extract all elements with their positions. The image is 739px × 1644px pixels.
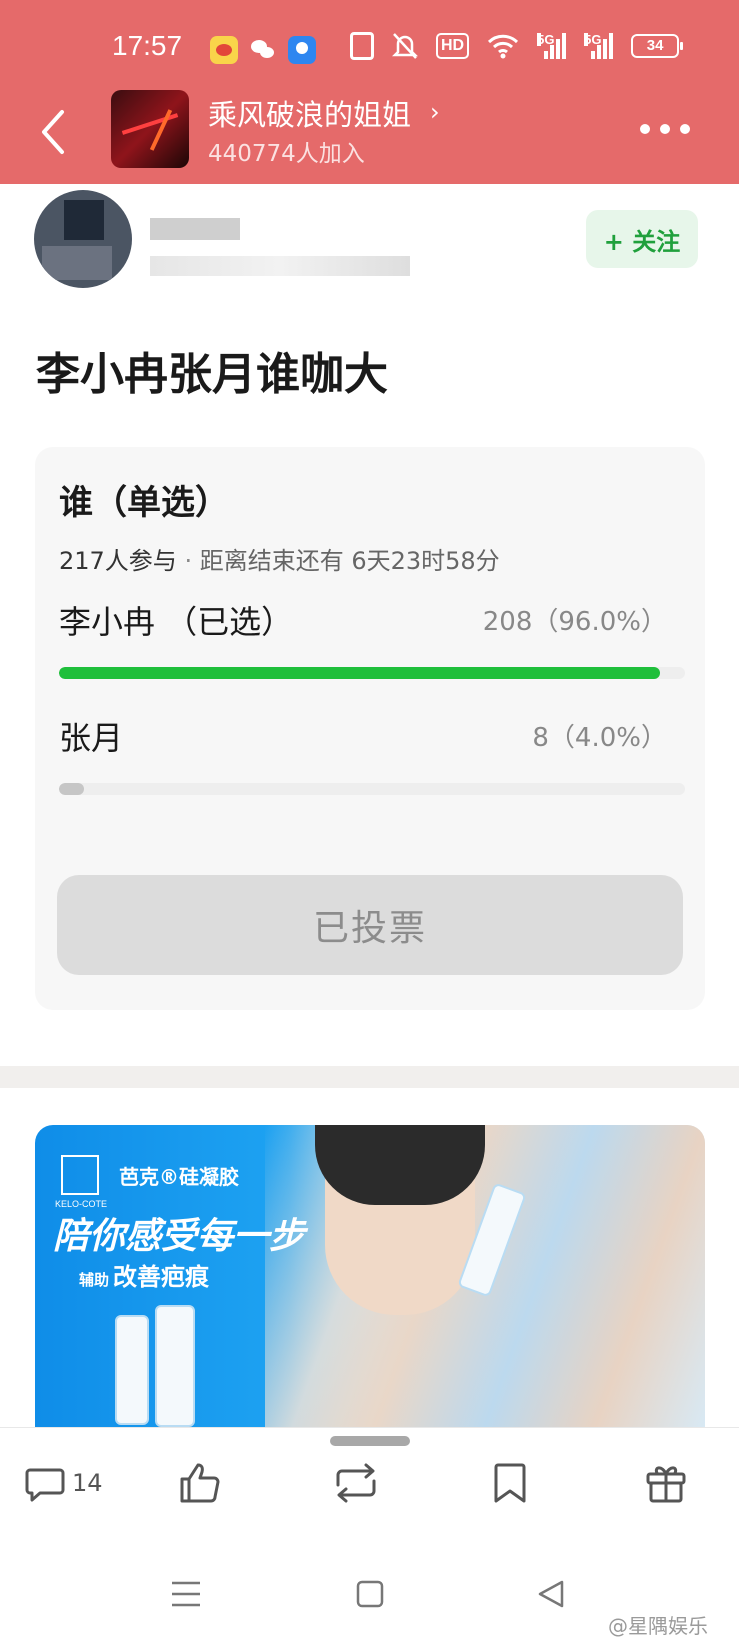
- header: 17:57 HD 5G 5G 34 乘风破浪的姐姐 › 440774人加入: [0, 0, 739, 184]
- signal-icon-sim1: 5G: [537, 32, 567, 59]
- weibo-notification-icon: [210, 36, 238, 64]
- back-arrow-icon[interactable]: [34, 104, 74, 160]
- wechat-notification-icon: [249, 36, 277, 64]
- author-avatar[interactable]: [34, 190, 132, 288]
- status-time: 17:57: [112, 30, 183, 61]
- poll-card: 谁（单选） 217人参与 · 距离结束还有 6天23时58分 李小冉 （已选） …: [35, 447, 705, 1010]
- poll-option-label: 张月: [59, 719, 124, 757]
- comment-count: 14: [72, 1469, 103, 1497]
- thumbs-up-icon: [180, 1463, 220, 1503]
- poll-meta: 217人参与 · 距离结束还有 6天23时58分: [59, 541, 500, 576]
- ad-headline: 陪你感受每一步: [53, 1216, 306, 1257]
- more-options-icon[interactable]: [640, 124, 690, 136]
- ad-banner[interactable]: KELO-COTE 芭克®硅凝胶 陪你感受每一步 辅助 改善疤痕: [35, 1125, 705, 1427]
- poll-option-bar-fill: [59, 667, 660, 679]
- comment-button[interactable]: 14: [24, 1458, 103, 1508]
- repost-button[interactable]: [330, 1458, 382, 1508]
- ad-sub-prefix: 辅助: [79, 1271, 110, 1289]
- back-triangle-icon[interactable]: [536, 1579, 566, 1609]
- home-icon[interactable]: [355, 1579, 385, 1609]
- post-date-redacted: [150, 256, 410, 276]
- ad-product-tube: [115, 1315, 149, 1425]
- poll-option-count: 8（4.0%）: [532, 723, 667, 753]
- mute-icon: [392, 33, 418, 59]
- watermark: @星隅娱乐: [608, 1614, 708, 1638]
- group-title[interactable]: 乘风破浪的姐姐: [208, 92, 411, 134]
- group-avatar[interactable]: [111, 90, 189, 168]
- ad-model-hair: [315, 1125, 485, 1205]
- poll-meta-separator: ·: [176, 547, 200, 575]
- bookmark-icon: [494, 1463, 526, 1503]
- status-bar: 17:57 HD 5G 5G 34: [0, 0, 739, 100]
- poll-title: 谁（单选）: [59, 483, 229, 523]
- poll-option-bar-track: [59, 667, 685, 679]
- poll-participants: 217人参与: [59, 547, 177, 575]
- poll-time-remaining: 距离结束还有 6天23时58分: [199, 547, 500, 575]
- hd-voice-icon: HD: [436, 33, 470, 59]
- post-title: 李小冉张月谁咖大: [36, 349, 388, 400]
- author-name-redacted[interactable]: [150, 218, 240, 240]
- poll-option-bar-fill: [59, 783, 85, 795]
- repost-icon: [336, 1463, 376, 1503]
- ad-brand-logo-icon: [61, 1155, 99, 1195]
- recent-apps-icon[interactable]: [170, 1579, 202, 1609]
- voted-button[interactable]: 已投票: [57, 875, 683, 975]
- gift-icon: [646, 1466, 686, 1503]
- app-notification-icon: [288, 36, 316, 64]
- poll-option-count: 208（96.0%）: [482, 607, 667, 637]
- nfc-icon: [350, 32, 374, 60]
- battery-icon: 34: [631, 34, 684, 58]
- gift-button[interactable]: [644, 1458, 688, 1508]
- follow-button[interactable]: + 关注: [586, 210, 698, 268]
- section-divider: [0, 1066, 739, 1088]
- poll-option-bar-track: [59, 783, 685, 795]
- comment-icon: [25, 1468, 65, 1502]
- ad-sub-main: 改善疤痕: [113, 1263, 210, 1291]
- signal-network-label: 5G: [537, 32, 555, 47]
- nav-bar: 乘风破浪的姐姐 › 440774人加入: [0, 86, 739, 184]
- group-member-count: 440774人加入: [208, 141, 365, 167]
- bookmark-button[interactable]: [490, 1458, 530, 1508]
- signal-network-label: 5G: [584, 32, 602, 47]
- system-icons: HD 5G 5G 34: [350, 32, 684, 60]
- wifi-icon: [488, 34, 519, 59]
- poll-option-label: 李小冉 （已选）: [59, 603, 294, 641]
- chevron-right-icon[interactable]: ›: [430, 98, 440, 126]
- signal-icon-sim2: 5G: [584, 32, 614, 59]
- drag-handle[interactable]: [330, 1436, 410, 1446]
- ad-brand-name: 芭克®硅凝胶: [119, 1165, 239, 1189]
- like-button[interactable]: [178, 1458, 222, 1508]
- ad-product-box: [155, 1305, 195, 1427]
- ad-subheadline: 辅助 改善疤痕: [79, 1257, 209, 1292]
